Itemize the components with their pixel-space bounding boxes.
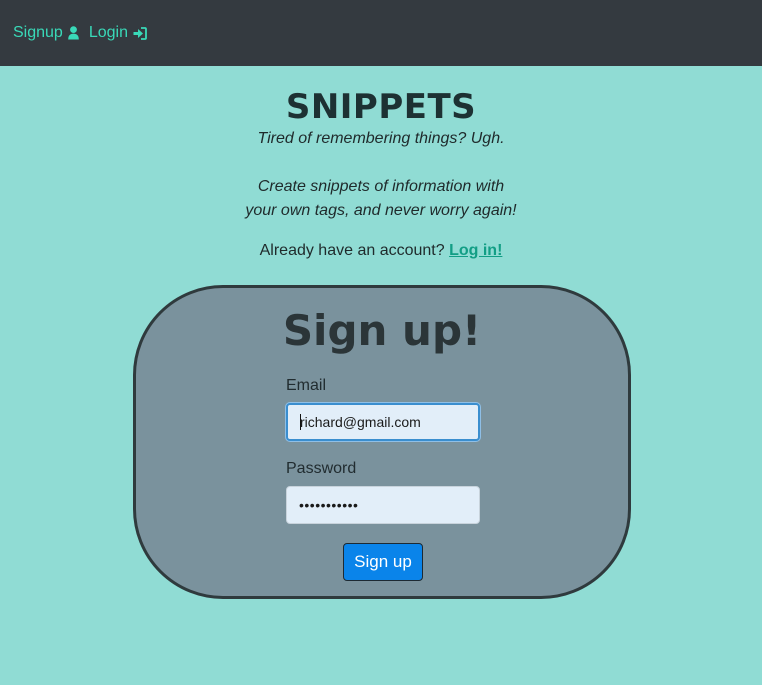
account-prompt-text: Already have an account? [259,242,445,259]
password-value: ••••••••••• [299,497,359,513]
nav-login-link[interactable]: Login [89,24,147,42]
nav-signup-link[interactable]: Signup [13,24,79,42]
email-field[interactable]: richard@gmail.com [286,403,480,441]
email-value: richard@gmail.com [300,414,421,430]
hero-section: SNIPPETS Tired of remembering things? Ug… [0,66,762,263]
login-link[interactable]: Log in! [449,242,502,259]
user-icon [68,26,79,40]
description: Create snippets of information with your… [0,175,762,223]
sign-in-icon [133,26,147,40]
email-label: Email [286,377,327,394]
page-title: SNIPPETS [285,87,477,127]
description-line-2: your own tags, and never worry again! [245,202,517,219]
navbar: Signup Login [0,0,762,66]
signup-card: Sign up! Email richard@gmail.com Passwor… [133,285,631,599]
nav-signup-label: Signup [13,24,63,41]
password-field[interactable]: ••••••••••• [286,486,480,524]
tagline: Tired of remembering things? Ugh. [257,130,505,147]
signup-form: Email richard@gmail.com Password •••••••… [286,374,482,524]
description-line-1: Create snippets of information with [257,178,505,195]
password-label: Password [286,460,357,477]
account-prompt: Already have an account? Log in! [0,239,762,263]
nav-login-label: Login [88,24,128,41]
signup-button[interactable]: Sign up [343,543,423,581]
signup-title: Sign up! [282,306,482,355]
